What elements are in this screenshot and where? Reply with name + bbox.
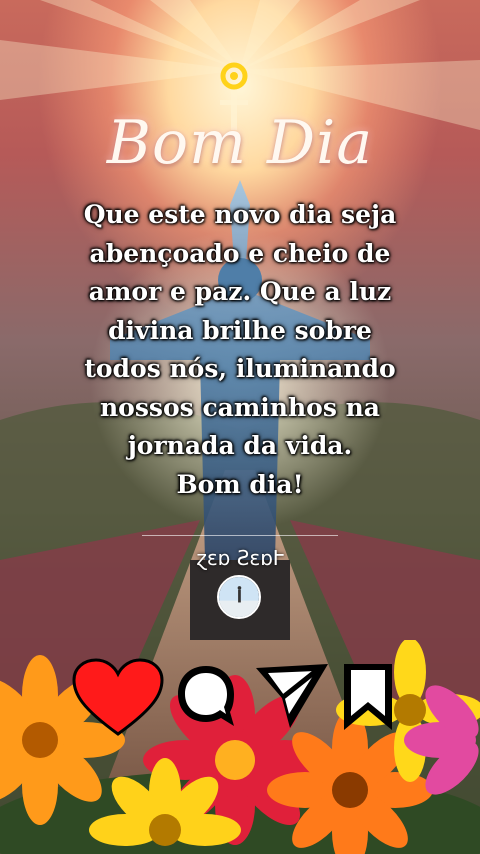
greeting-title: Bom Dia	[106, 108, 374, 178]
greeting-message: Que este novo dia seja abençoado e cheio…	[40, 196, 440, 504]
message-line: jornada da vida.	[127, 431, 353, 460]
message-line: nossos caminhos na	[99, 392, 380, 422]
message-line: Que este novo dia seja	[83, 200, 397, 229]
signature: ɀɛɒ ƧɛɒՒ	[196, 546, 284, 570]
message-line: abençoado e cheio de	[89, 238, 391, 268]
message-line: divina brilhe sobre	[108, 315, 372, 345]
avatar-image	[219, 577, 259, 617]
heart-icon[interactable]	[72, 658, 164, 738]
bookmark-icon[interactable]	[340, 660, 396, 734]
send-icon[interactable]	[254, 662, 330, 730]
message-line: todos nós, iluminando	[84, 354, 396, 383]
divider	[142, 535, 338, 536]
action-bar	[0, 654, 480, 744]
message-line: Bom dia!	[176, 469, 304, 499]
comment-icon[interactable]	[174, 662, 238, 732]
avatar[interactable]	[217, 575, 261, 619]
message-line: amor e paz. Que a luz	[88, 277, 392, 306]
